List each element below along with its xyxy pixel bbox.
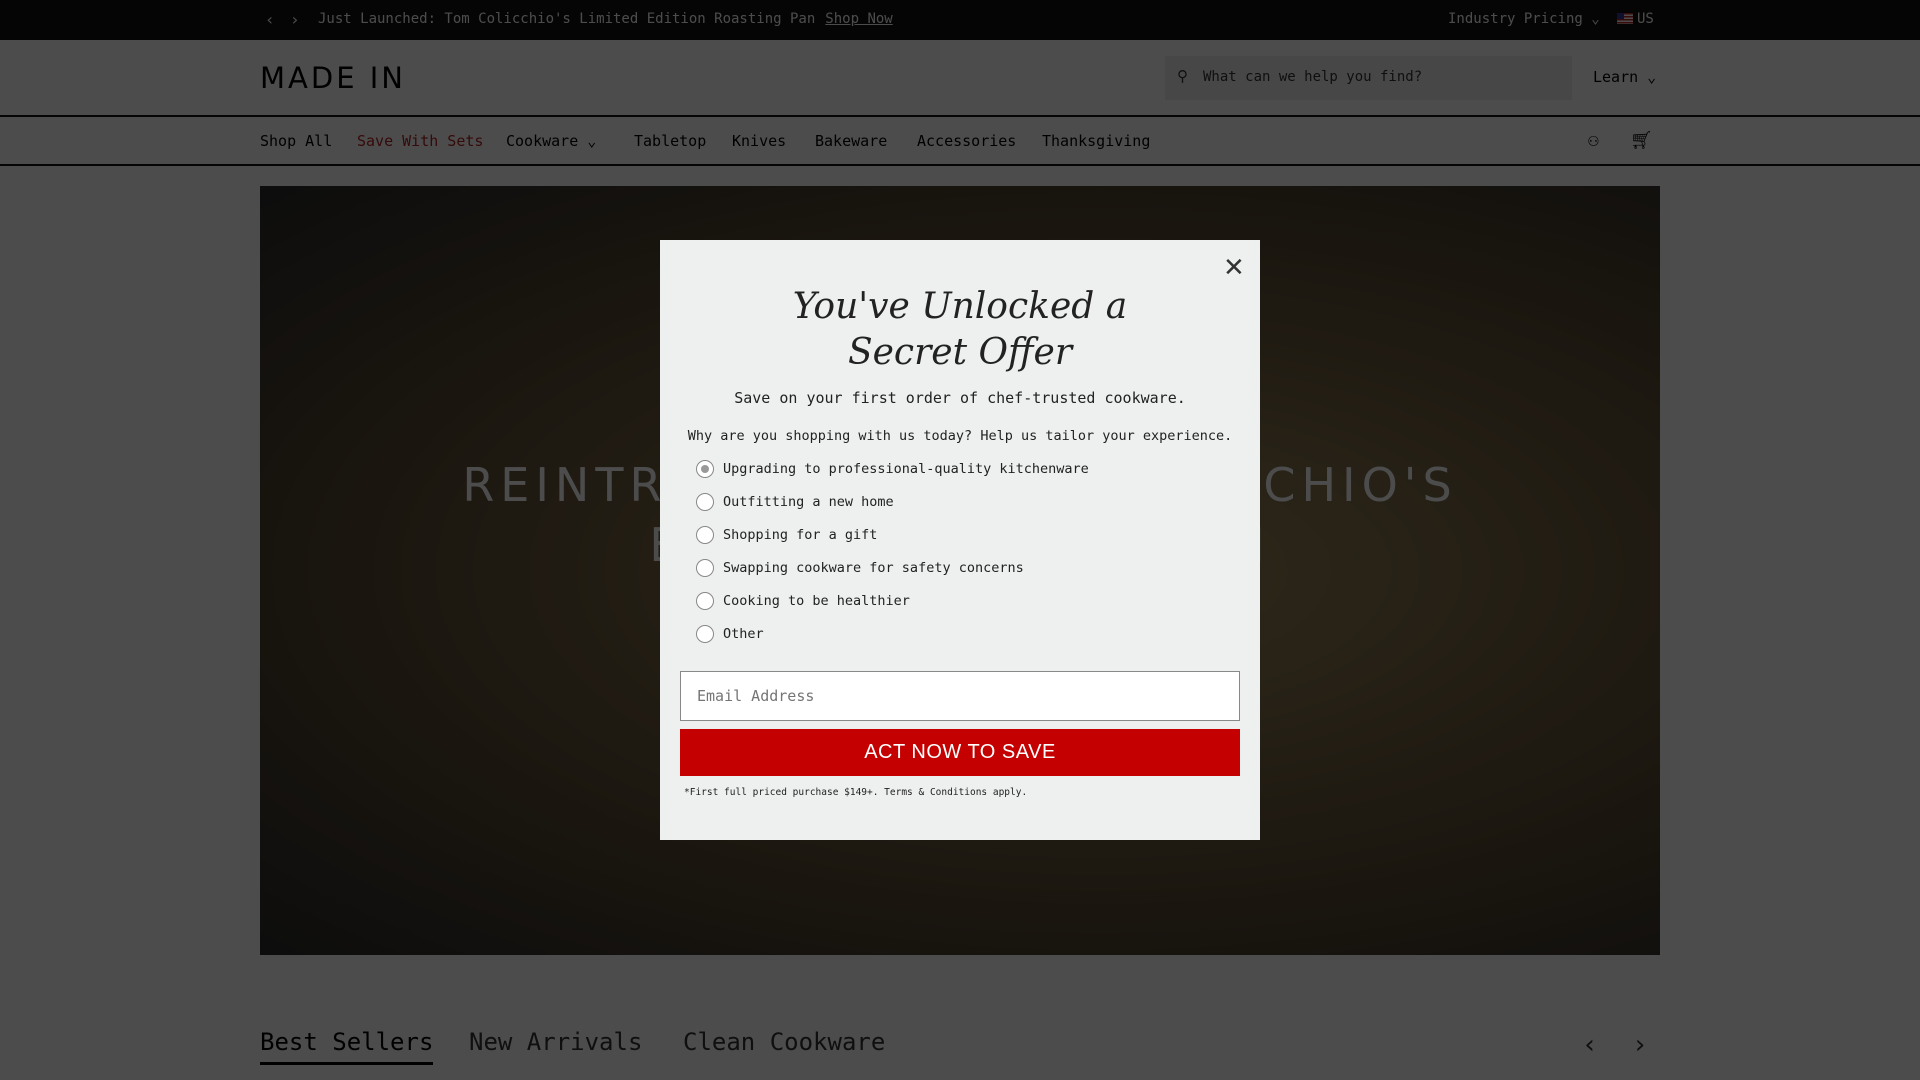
tab-new-arrivals[interactable]: New Arrivals: [469, 1028, 642, 1056]
announcement-text: Just Launched: Tom Colicchio's Limited E…: [318, 11, 816, 27]
option-label: Other: [723, 626, 764, 642]
nav-knives[interactable]: Knives: [732, 132, 786, 150]
option-other[interactable]: Other: [696, 625, 764, 643]
fine-print: *First full priced purchase $149+. Terms…: [684, 787, 1028, 798]
title-line1: You've Unlocked a: [792, 286, 1128, 327]
region-label: US: [1637, 11, 1654, 27]
industry-pricing-dropdown[interactable]: Industry Pricing ⌄: [1448, 11, 1600, 27]
option-safety[interactable]: Swapping cookware for safety concerns: [696, 559, 1024, 577]
nav-accessories[interactable]: Accessories: [917, 132, 1016, 150]
nav-thanksgiving[interactable]: Thanksgiving: [1042, 132, 1150, 150]
option-upgrading[interactable]: Upgrading to professional-quality kitche…: [696, 460, 1089, 478]
radio[interactable]: [696, 493, 714, 511]
act-now-button[interactable]: ACT NOW TO SAVE: [680, 729, 1240, 776]
us-flag-icon: [1617, 13, 1633, 24]
nav-shop-all[interactable]: Shop All: [260, 132, 332, 150]
email-field[interactable]: [680, 671, 1240, 721]
modal-title: You've Unlocked a Secret Offer: [660, 284, 1260, 376]
search-icon: ⚲: [1177, 67, 1188, 85]
nav-save-with-sets[interactable]: Save With Sets: [357, 132, 483, 150]
region-selector[interactable]: US: [1617, 11, 1654, 27]
radio[interactable]: [696, 592, 714, 610]
announcement-bar: ‹ › Just Launched: Tom Colicchio's Limit…: [0, 0, 1920, 40]
option-gift[interactable]: Shopping for a gift: [696, 526, 877, 544]
logo[interactable]: MADE IN: [260, 61, 406, 95]
cart-icon[interactable]: 🛒︎: [1630, 130, 1653, 151]
radio[interactable]: [696, 526, 714, 544]
modal-subtitle: Save on your first order of chef-trusted…: [734, 389, 1186, 407]
survey-question: Why are you shopping with us today? Help…: [687, 428, 1233, 444]
shop-now-link[interactable]: Shop Now: [825, 11, 892, 27]
option-new-home[interactable]: Outfitting a new home: [696, 493, 894, 511]
option-label: Swapping cookware for safety concerns: [723, 560, 1024, 576]
tab-clean-cookware[interactable]: Clean Cookware: [683, 1028, 885, 1056]
option-label: Outfitting a new home: [723, 494, 894, 510]
option-label: Upgrading to professional-quality kitche…: [723, 461, 1089, 477]
radio[interactable]: [696, 559, 714, 577]
carousel-prev-icon[interactable]: ‹: [1582, 1030, 1598, 1060]
radio-selected[interactable]: [696, 460, 714, 478]
search-input[interactable]: ⚲ What can we help you find?: [1165, 56, 1572, 100]
option-label: Cooking to be healthier: [723, 593, 910, 609]
offer-modal: ✕ You've Unlocked a Secret Offer Save on …: [660, 240, 1260, 840]
tab-best-sellers[interactable]: Best Sellers: [260, 1028, 434, 1065]
nav-tabletop[interactable]: Tabletop: [634, 132, 706, 150]
title-line2: Secret Offer: [847, 332, 1073, 373]
learn-menu[interactable]: Learn ⌄: [1593, 68, 1656, 86]
nav-bakeware[interactable]: Bakeware: [815, 132, 887, 150]
close-icon[interactable]: ✕: [1223, 253, 1245, 283]
account-icon[interactable]: ⚇: [1588, 130, 1599, 151]
carousel-next-icon[interactable]: ›: [1632, 1030, 1648, 1060]
header: MADE IN ⚲ What can we help you find? Lear…: [0, 40, 1920, 117]
main-nav: Shop All Save With Sets Cookware ⌄ Table…: [0, 117, 1920, 166]
option-healthier[interactable]: Cooking to be healthier: [696, 592, 910, 610]
chevron-left-icon[interactable]: ‹: [265, 10, 275, 29]
search-placeholder: What can we help you find?: [1203, 69, 1423, 85]
radio[interactable]: [696, 625, 714, 643]
announcement: Just Launched: Tom Colicchio's Limited E…: [318, 11, 893, 27]
option-label: Shopping for a gift: [723, 527, 878, 543]
chevron-right-icon[interactable]: ›: [290, 10, 300, 29]
nav-cookware[interactable]: Cookware ⌄: [506, 132, 596, 150]
